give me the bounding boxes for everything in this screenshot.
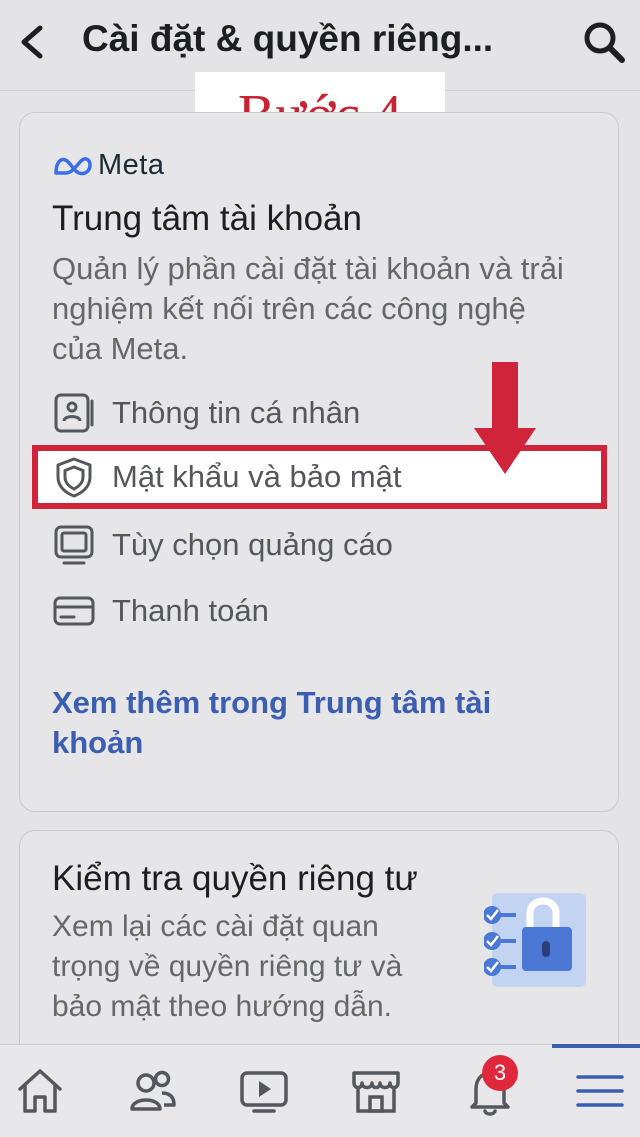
- chevron-left-icon: [21, 25, 43, 59]
- shop-icon: [352, 1071, 400, 1113]
- meta-logo: Meta: [52, 149, 164, 182]
- privacy-checkup-card[interactable]: Kiểm tra quyền riêng tư Xem lại các cài …: [19, 830, 619, 1070]
- accounts-center-title: Trung tâm tài khoản: [52, 199, 362, 238]
- menu-item-label: Thông tin cá nhân: [112, 395, 361, 430]
- padlock-checklist-icon: [484, 893, 586, 987]
- search-button[interactable]: [580, 18, 628, 66]
- privacy-checkup-description: Xem lại các cài đặt quan trọng về quyền …: [52, 910, 403, 1023]
- meta-logo-icon: [54, 156, 92, 175]
- menu-item-payments[interactable]: Thanh toán: [52, 581, 592, 641]
- page-title: Cài đặt & quyền riêng...: [82, 18, 494, 59]
- search-icon: [584, 22, 625, 63]
- menu-item-label: Mật khẩu và bảo mật: [112, 459, 402, 494]
- shield-icon: [56, 457, 92, 498]
- credit-card-icon: [53, 596, 95, 626]
- tab-notifications[interactable]: 3: [458, 1055, 522, 1123]
- back-button[interactable]: [12, 20, 56, 64]
- accounts-center-description: Quản lý phần cài đặt tài khoản và trải n…: [52, 251, 564, 366]
- privacy-checkup-title: Kiểm tra quyền riêng tư: [52, 859, 418, 898]
- tab-marketplace[interactable]: [344, 1059, 408, 1123]
- hamburger-menu-icon: [576, 1075, 624, 1107]
- notification-badge: 3: [482, 1055, 518, 1091]
- bottom-tab-bar: 3: [0, 1044, 640, 1137]
- friends-icon: [130, 1070, 176, 1111]
- active-tab-indicator: [552, 1044, 640, 1048]
- meta-brand-text: Meta: [98, 149, 165, 181]
- tab-friends[interactable]: [120, 1059, 184, 1123]
- tab-home[interactable]: [8, 1059, 72, 1123]
- monitor-icon: [54, 525, 94, 565]
- menu-item-ad-preferences[interactable]: Tùy chọn quảng cáo: [52, 515, 592, 575]
- menu-item-label: Tùy chọn quảng cáo: [112, 527, 393, 562]
- see-more-accounts-center-link[interactable]: Xem thêm trong Trung tâm tài khoản: [52, 683, 572, 763]
- home-icon: [18, 1069, 62, 1113]
- tab-menu[interactable]: [568, 1059, 632, 1123]
- tab-watch[interactable]: [232, 1059, 296, 1123]
- id-card-icon: [54, 393, 94, 433]
- menu-item-label: Thanh toán: [112, 593, 269, 628]
- arrow-down-icon: [474, 362, 536, 474]
- video-icon: [240, 1071, 288, 1113]
